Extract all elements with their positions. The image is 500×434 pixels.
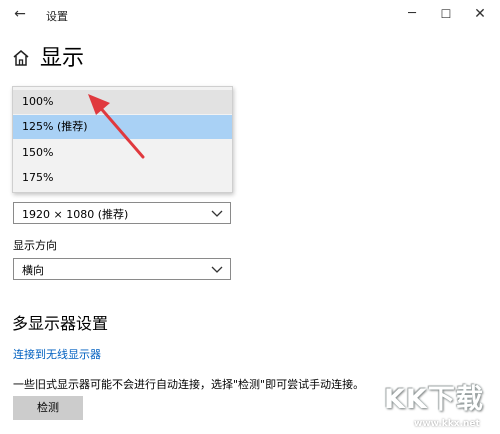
detect-note: 一些旧式显示器可能不会进行自动连接，选择"检测"即可尝试手动连接。 <box>13 378 365 391</box>
close-button[interactable]: ✕ <box>468 4 492 24</box>
home-icon[interactable] <box>12 49 30 67</box>
scale-option-100[interactable]: 100% <box>13 90 232 114</box>
window-title: 设置 <box>46 10 68 23</box>
title-bar: ← 设置 ─ ☐ ✕ <box>0 0 500 30</box>
connect-wireless-link[interactable]: 连接到无线显示器 <box>13 346 101 362</box>
chevron-down-icon <box>211 266 223 273</box>
scale-dropdown-popup: 100% 125% (推荐) 150% 175% <box>12 86 233 193</box>
detect-button[interactable]: 检测 <box>13 396 83 420</box>
arrow-left-icon: ← <box>14 6 26 22</box>
scale-option-150[interactable]: 150% <box>13 141 232 165</box>
maximize-button[interactable]: ☐ <box>434 4 458 24</box>
scale-option-125[interactable]: 125% (推荐) <box>13 115 232 139</box>
minimize-button[interactable]: ─ <box>400 4 424 24</box>
orientation-dropdown[interactable]: 横向 <box>13 258 231 280</box>
orientation-value: 横向 <box>22 264 44 277</box>
watermark-logo: KK下载 <box>384 384 484 415</box>
orientation-label: 显示方向 <box>13 239 57 252</box>
scale-option-175[interactable]: 175% <box>13 166 232 190</box>
multi-display-heading: 多显示器设置 <box>12 314 109 333</box>
page-title: 显示 <box>40 46 85 71</box>
back-button[interactable]: ← <box>10 4 30 24</box>
watermark-url: www.kkx.net <box>414 419 480 429</box>
chevron-down-icon <box>211 210 223 217</box>
resolution-dropdown[interactable]: 1920 × 1080 (推荐) <box>13 202 231 224</box>
resolution-value: 1920 × 1080 (推荐) <box>22 208 129 221</box>
